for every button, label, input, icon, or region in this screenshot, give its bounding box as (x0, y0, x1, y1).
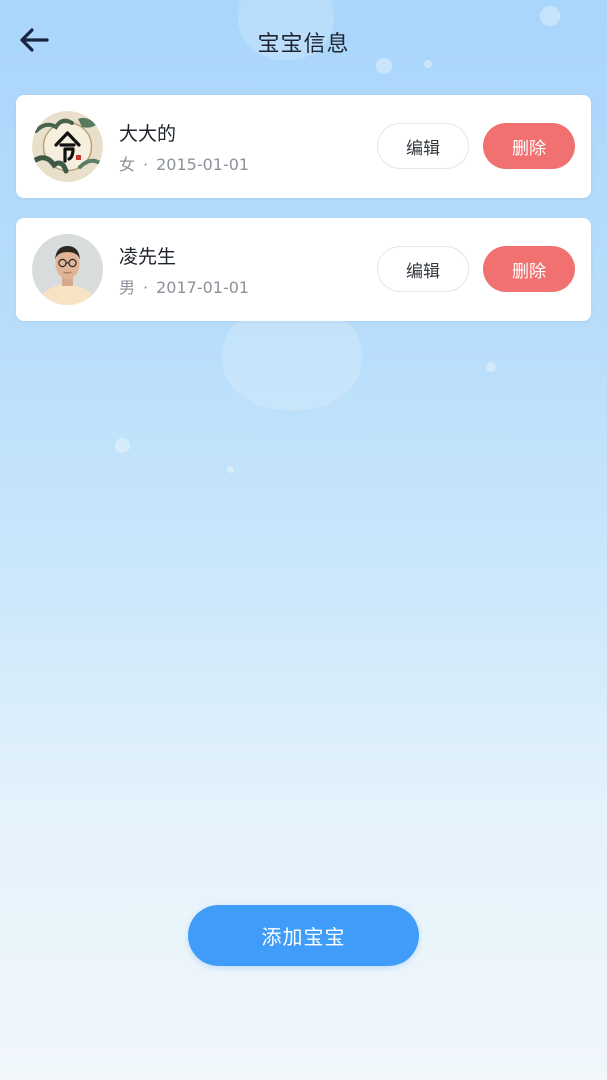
baby-birthdate: 2015-01-01 (156, 155, 250, 174)
delete-button[interactable]: 删除 (483, 246, 575, 292)
baby-card: 凌先生 男 · 2017-01-01 编辑 删除 (16, 218, 591, 321)
ink-painting-avatar (32, 111, 103, 182)
baby-birthdate: 2017-01-01 (156, 278, 250, 297)
edit-button[interactable]: 编辑 (377, 246, 469, 292)
background-bubble (486, 362, 496, 372)
background-bubble (227, 466, 234, 473)
header-bar: 宝宝信息 (0, 0, 607, 84)
baby-gender: 女 (119, 155, 136, 174)
baby-name: 大大的 (119, 123, 177, 145)
delete-button[interactable]: 删除 (483, 123, 575, 169)
background-bubble (115, 438, 130, 453)
baby-card: 大大的 女 · 2015-01-01 编辑 删除 (16, 95, 591, 198)
meta-separator: · (143, 278, 149, 297)
person-photo-avatar (32, 234, 103, 305)
add-baby-button[interactable]: 添加宝宝 (188, 905, 419, 966)
baby-info: 男 · 2017-01-01 (119, 274, 249, 298)
baby-gender: 男 (119, 278, 136, 297)
page-title: 宝宝信息 (257, 32, 350, 57)
baby-info: 女 · 2015-01-01 (119, 151, 249, 175)
baby-name: 凌先生 (119, 246, 177, 268)
edit-button[interactable]: 编辑 (377, 123, 469, 169)
meta-separator: · (143, 155, 149, 174)
